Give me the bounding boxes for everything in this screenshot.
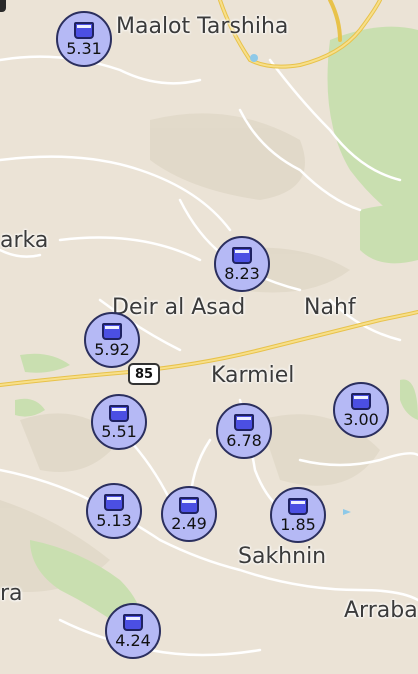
water-cup-icon bbox=[288, 497, 308, 515]
water-cup-icon bbox=[74, 21, 94, 39]
measurement-marker[interactable]: 1.85 bbox=[270, 487, 326, 543]
water-cup-icon bbox=[234, 413, 254, 431]
marker-value: 8.23 bbox=[224, 263, 260, 283]
marker-value: 6.78 bbox=[226, 430, 262, 450]
measurement-marker[interactable]: 4.24 bbox=[105, 603, 161, 659]
water-cup-icon bbox=[102, 322, 122, 340]
measurement-marker[interactable]: 5.92 bbox=[84, 312, 140, 368]
marker-value: 1.85 bbox=[280, 514, 316, 534]
marker-value: 5.92 bbox=[94, 339, 130, 359]
corner-marker bbox=[0, 0, 6, 12]
place-label-ra: ra bbox=[0, 581, 23, 606]
measurement-marker[interactable]: 8.23 bbox=[214, 236, 270, 292]
place-label-sakhnin: Sakhnin bbox=[238, 544, 327, 569]
marker-value: 5.31 bbox=[66, 38, 102, 58]
place-label-arraba: Arraba bbox=[344, 598, 418, 623]
measurement-marker[interactable]: 3.00 bbox=[333, 382, 389, 438]
place-label-maalot-tarshiha: Maalot Tarshiha bbox=[116, 14, 289, 39]
water-cup-icon bbox=[104, 493, 124, 511]
marker-value: 2.49 bbox=[171, 513, 207, 533]
place-label-nahf: Nahf bbox=[304, 295, 356, 320]
water-cup-icon bbox=[109, 404, 129, 422]
place-label-arka: arka bbox=[0, 228, 49, 253]
marker-value: 3.00 bbox=[343, 409, 379, 429]
measurement-marker[interactable]: 5.51 bbox=[91, 394, 147, 450]
place-label-karmiel: Karmiel bbox=[211, 363, 295, 388]
map-base[interactable] bbox=[0, 0, 418, 674]
measurement-marker[interactable]: 6.78 bbox=[216, 403, 272, 459]
water-cup-icon bbox=[232, 246, 252, 264]
place-label-deir-al-asad: Deir al Asad bbox=[112, 295, 246, 320]
measurement-marker[interactable]: 5.13 bbox=[86, 483, 142, 539]
marker-value: 4.24 bbox=[115, 630, 151, 650]
measurement-marker[interactable]: 5.31 bbox=[56, 11, 112, 67]
water-cup-icon bbox=[179, 496, 199, 514]
water-cup-icon bbox=[123, 613, 143, 631]
marker-value: 5.51 bbox=[101, 421, 137, 441]
measurement-marker[interactable]: 2.49 bbox=[161, 486, 217, 542]
marker-value: 5.13 bbox=[96, 510, 132, 530]
road-shield-85: 85 bbox=[128, 363, 160, 385]
water-cup-icon bbox=[351, 392, 371, 410]
